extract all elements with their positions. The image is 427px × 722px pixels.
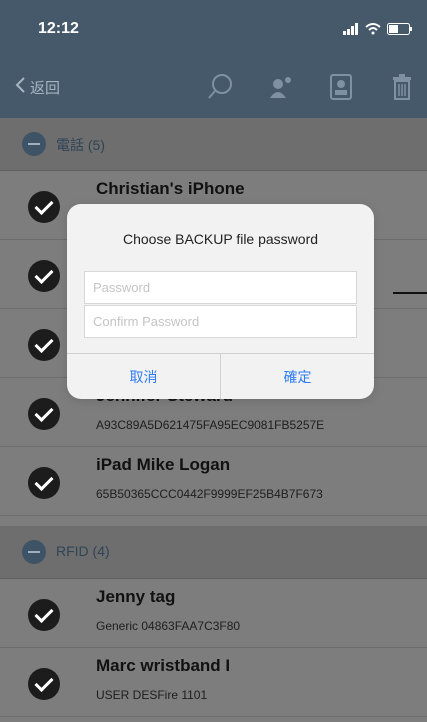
dialog-buttons: 取消 確定 [67,353,374,399]
device-name: iPad Mike Logan [96,455,231,474]
tag-id: USER DESFire 1101 [96,688,208,702]
checkmark-icon[interactable] [28,467,60,499]
signal-icon [343,22,359,40]
device-name: Christian's iPhone [96,179,245,198]
time: 12:12 [38,20,79,37]
status-icons [343,22,413,40]
checkmark-icon[interactable] [28,668,60,700]
contact-card-icon[interactable] [326,72,356,102]
divider-line [393,292,427,294]
section-title: RFID (4) [56,543,110,559]
tag-name: Jenny tag [96,587,176,606]
checkmark-icon[interactable] [28,599,60,631]
battery-icon [387,22,413,40]
section-header-rfid[interactable]: RFID (4) [0,526,427,579]
status-bar: 12:12 [0,0,427,56]
trash-icon[interactable] [387,72,417,102]
ok-button[interactable]: 確定 [220,354,374,399]
confirm-password-input[interactable] [85,306,356,337]
search-icon[interactable] [206,72,236,102]
list-item[interactable]: Marc wristband I USER DESFire 1101 [0,648,427,717]
nav-bar: 返回 [0,56,427,118]
dialog-title: Choose BACKUP file password [122,231,319,247]
password-dialog: Choose BACKUP file password 取消 確定 [67,204,374,399]
tag-name: Marc wristband I [96,656,231,675]
collapse-icon[interactable] [22,132,46,156]
confirm-password-field[interactable] [84,305,357,338]
password-input[interactable] [85,272,356,303]
checkmark-icon[interactable] [28,191,60,223]
people-icon[interactable] [266,72,296,102]
section-title: 電話 (5) [56,137,105,153]
checkmark-icon[interactable] [28,398,60,430]
device-id: A93C89A5D621475FA95EC9081FB5257E [96,418,325,432]
checkmark-icon[interactable] [28,260,60,292]
list-item[interactable]: Jenny tag Generic 04863FAA7C3F80 [0,579,427,648]
checkmark-icon[interactable] [28,329,60,361]
device-id: 65B50365CCC0442F9999EF25B4B7F673 [96,487,323,501]
wifi-icon [365,22,381,40]
collapse-icon[interactable] [22,540,46,564]
section-header-phones[interactable]: 電話 (5) [0,118,427,171]
password-field[interactable] [84,271,357,304]
cancel-button[interactable]: 取消 [67,354,220,399]
list-item[interactable]: iPad Mike Logan 65B50365CCC0442F9999EF25… [0,447,427,516]
tag-id: Generic 04863FAA7C3F80 [96,619,241,633]
